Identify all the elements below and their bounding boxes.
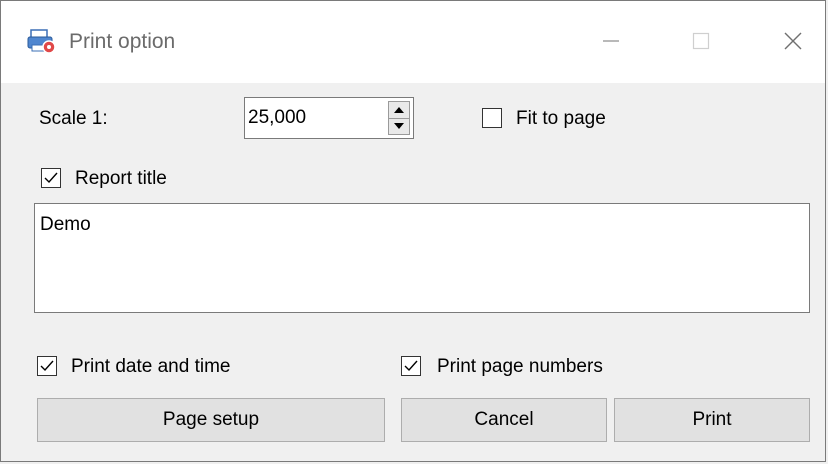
title-bar: Print option — [1, 1, 825, 83]
close-button[interactable] — [763, 19, 823, 63]
print-page-numbers-label[interactable]: Print page numbers — [437, 356, 603, 378]
printer-app-icon — [27, 28, 57, 54]
window-title: Print option — [69, 30, 176, 53]
print-page-numbers-checkbox[interactable] — [401, 356, 421, 376]
cancel-button[interactable]: Cancel — [401, 398, 607, 442]
scale-label: Scale 1: — [39, 108, 108, 129]
report-title-checkbox[interactable] — [41, 168, 61, 188]
scale-increment-button[interactable] — [389, 102, 409, 119]
check-icon — [404, 360, 418, 372]
report-title-label[interactable]: Report title — [75, 168, 167, 190]
print-date-time-checkbox[interactable] — [37, 356, 57, 376]
minimize-button[interactable] — [581, 19, 641, 63]
scale-value[interactable]: 25,000 — [248, 107, 306, 129]
scale-decrement-button[interactable] — [389, 118, 409, 134]
minimize-icon — [603, 40, 619, 42]
report-title-textarea[interactable]: Demo — [34, 203, 810, 313]
print-option-dialog: Print option Scale 1: 25,000 Fit to page… — [0, 0, 826, 462]
page-setup-button[interactable]: Page setup — [37, 398, 385, 442]
print-button[interactable]: Print — [614, 398, 810, 442]
arrow-up-icon — [394, 107, 404, 113]
arrow-down-icon — [394, 123, 404, 129]
fit-to-page-label[interactable]: Fit to page — [516, 108, 606, 130]
check-icon — [44, 172, 58, 184]
report-title-text[interactable]: Demo — [40, 214, 91, 236]
maximize-button[interactable] — [671, 19, 731, 63]
check-icon — [40, 360, 54, 372]
close-icon — [784, 32, 802, 50]
scale-spinbox[interactable]: 25,000 — [244, 97, 414, 139]
print-date-time-label[interactable]: Print date and time — [71, 356, 230, 378]
fit-to-page-checkbox[interactable] — [482, 108, 502, 128]
maximize-icon — [692, 32, 710, 50]
scale-stepper[interactable] — [388, 101, 410, 135]
